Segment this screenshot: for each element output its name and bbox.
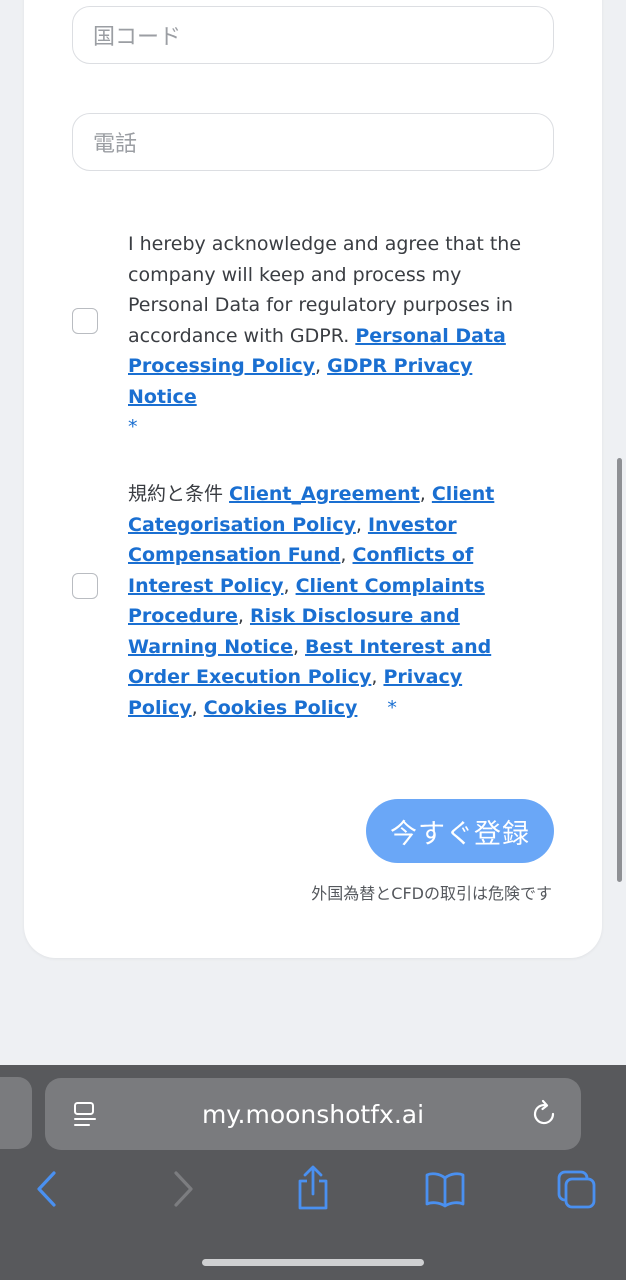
terms-consent-checkbox[interactable] [72, 573, 98, 599]
reload-icon[interactable] [529, 1099, 559, 1133]
separator: , [283, 574, 296, 597]
register-now-label: 今すぐ登録 [390, 818, 530, 850]
register-now-button[interactable]: 今すぐ登録 [366, 799, 554, 863]
phone-placeholder: 電話 [93, 132, 138, 157]
separator: , [292, 635, 306, 658]
forward-icon[interactable] [170, 1169, 196, 1213]
required-mark: * [128, 416, 138, 438]
back-icon[interactable] [34, 1169, 60, 1213]
scrollbar[interactable] [617, 458, 622, 882]
separator: , [355, 513, 368, 536]
separator: , [315, 355, 328, 377]
separator: , [237, 605, 250, 627]
required-mark: * [387, 696, 397, 719]
gdpr-consent-text: I hereby acknowledge and agree that the … [128, 229, 528, 443]
separator: , [419, 483, 432, 505]
phone-input[interactable]: 電話 [72, 113, 554, 171]
link-client-agreement[interactable]: Client_Agreement [229, 483, 420, 505]
separator: , [371, 666, 384, 688]
share-icon[interactable] [296, 1165, 330, 1215]
url-text: my.moonshotfx.ai [201, 1099, 425, 1129]
previous-tab-preview[interactable] [0, 1077, 32, 1149]
separator: , [191, 696, 204, 719]
link-cookies-policy[interactable]: Cookies Policy [204, 697, 358, 719]
separator: , [340, 544, 353, 566]
terms-prefix: 規約と条件 [128, 483, 230, 505]
reader-icon[interactable] [71, 1100, 99, 1132]
gdpr-consent-checkbox[interactable] [72, 308, 98, 334]
terms-consent-text: 規約と条件 Client_Agreement, Client Categoris… [128, 479, 523, 723]
tabs-icon[interactable] [556, 1169, 598, 1215]
home-indicator[interactable] [202, 1259, 424, 1266]
country-code-placeholder: 国コード [93, 25, 182, 50]
risk-warning: 外国為替とCFDの取引は危険です [311, 884, 552, 903]
country-code-input[interactable]: 国コード [72, 6, 554, 64]
browser-bottom-bar: my.moonshotfx.ai [0, 1065, 626, 1280]
address-bar[interactable]: my.moonshotfx.ai [45, 1078, 581, 1150]
bookmarks-icon[interactable] [424, 1171, 466, 1213]
